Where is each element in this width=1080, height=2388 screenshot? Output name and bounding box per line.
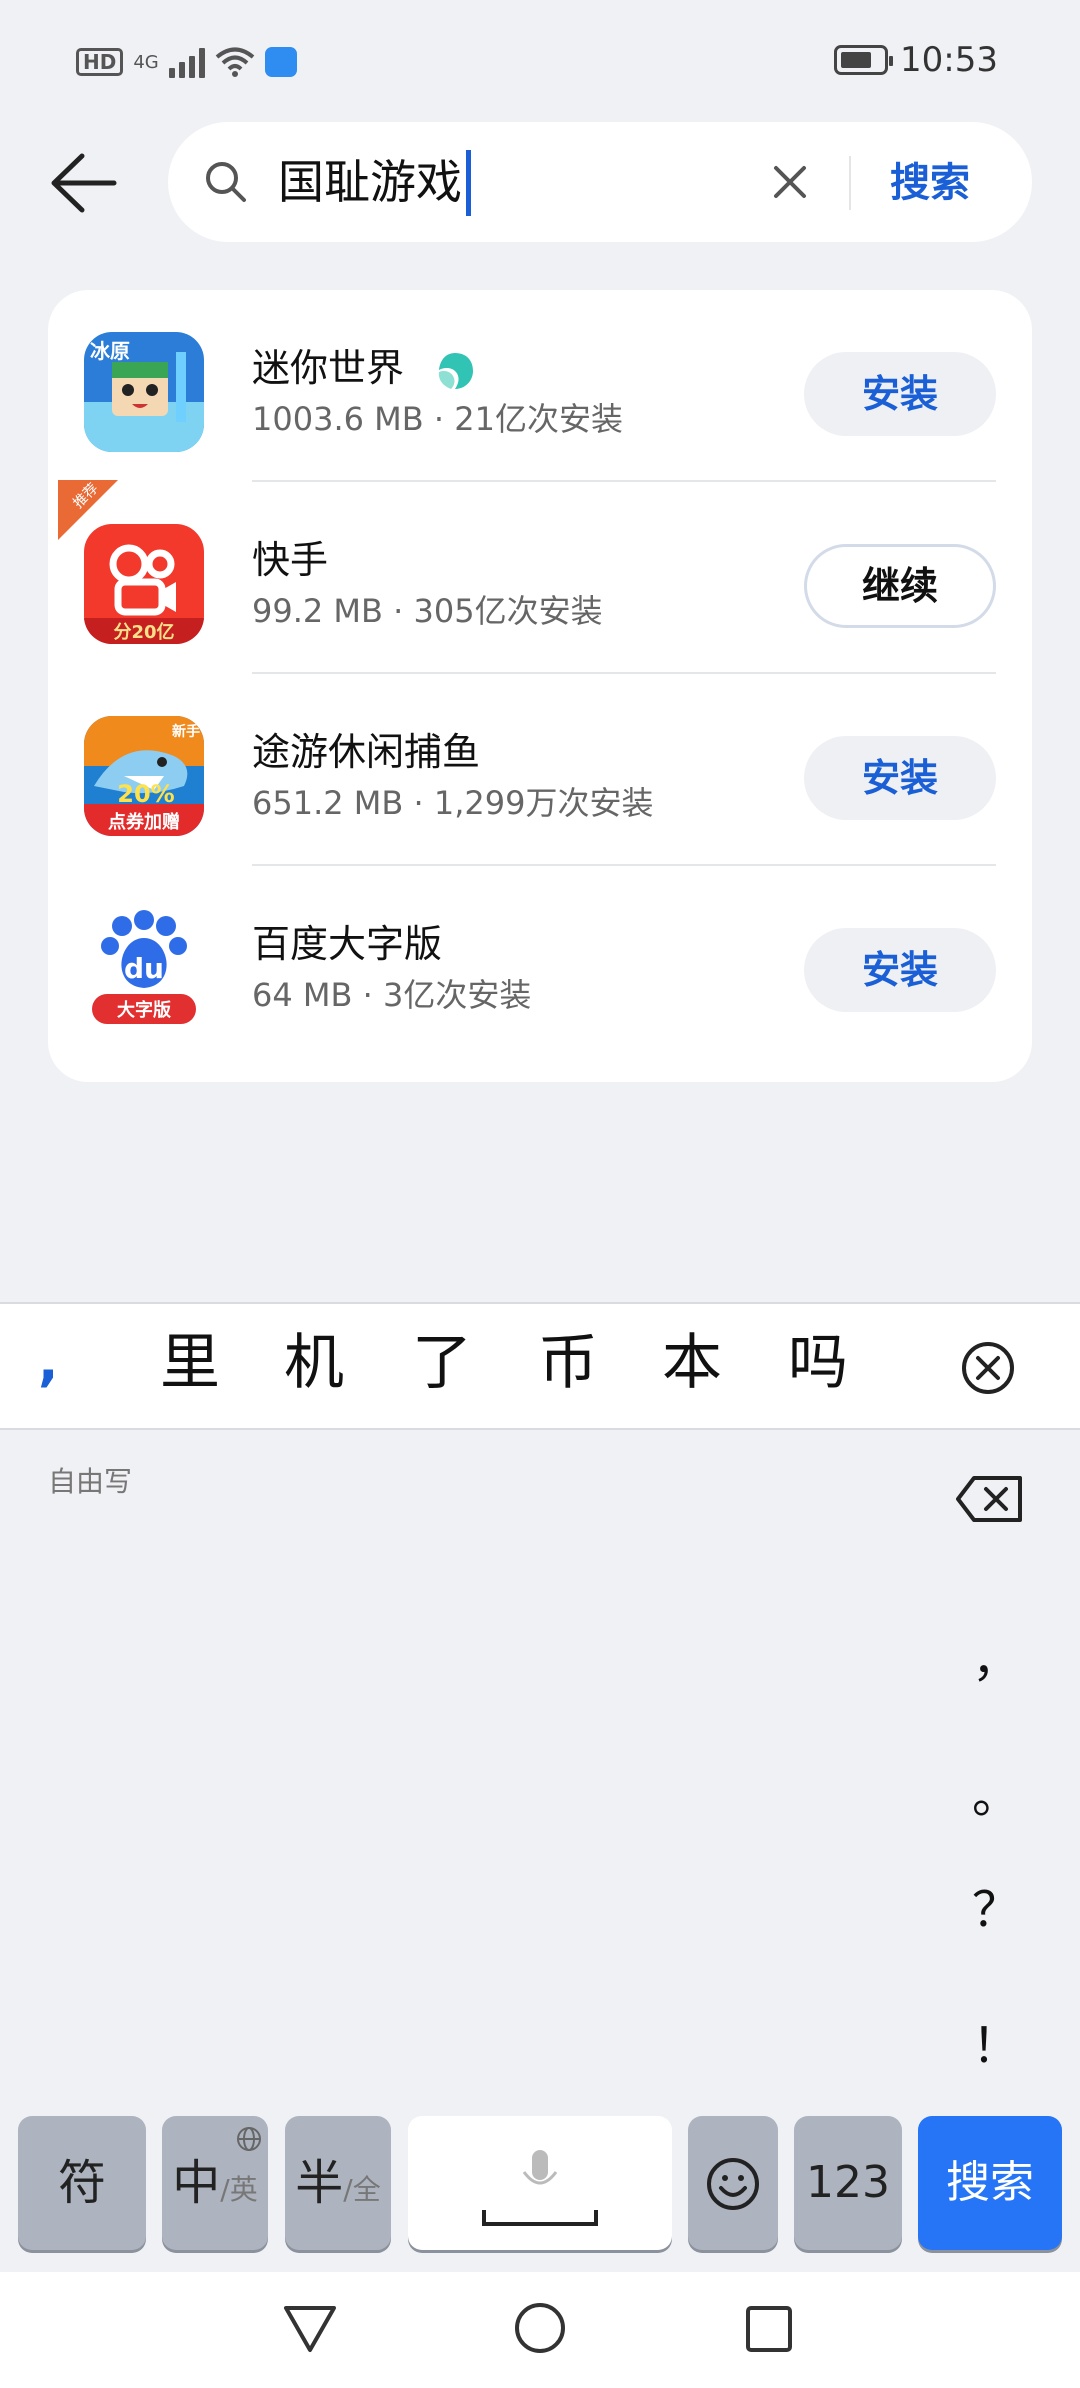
- result-item-kuaishou[interactable]: 分20亿 推荐 快手 99.2 MB · 305亿次安装 继续: [48, 480, 1032, 674]
- icon-text: du: [124, 952, 164, 985]
- verified-badge-icon: [438, 352, 474, 389]
- numbers-key[interactable]: 123: [794, 2116, 902, 2250]
- divider: [849, 156, 851, 210]
- result-item-mini-world[interactable]: 冰原 迷你世界 1003.6 MB · 21亿次安装 安装: [48, 290, 1032, 482]
- battery-icon: [834, 45, 894, 75]
- app-icon-tuyou-fishing: 新手 20% 点券加赠: [84, 716, 204, 836]
- globe-icon: [237, 2127, 261, 2151]
- handwriting-pad[interactable]: [0, 1432, 1080, 2112]
- nav-home-icon[interactable]: [512, 2300, 568, 2356]
- result-item-baidu-large[interactable]: du 大字版 百度大字版 64 MB · 3亿次安装 安装: [48, 866, 1032, 1058]
- app-icon-mini-world: 冰原: [84, 332, 204, 452]
- space-bar-icon: [482, 2210, 598, 2226]
- search-icon: [206, 162, 246, 202]
- emoji-key[interactable]: [688, 2116, 778, 2250]
- backspace-icon[interactable]: [954, 1474, 1026, 1524]
- punctuation-key[interactable]: 。: [966, 1756, 1026, 1826]
- width-alt: /全: [343, 2173, 381, 2206]
- clock: 10:53: [900, 40, 998, 80]
- app-name: 快手: [252, 538, 329, 582]
- install-button[interactable]: 安装: [804, 352, 996, 436]
- app-meta: 1003.6 MB · 21亿次安装: [252, 400, 623, 438]
- hd-indicator: HD: [76, 48, 124, 76]
- nav-recents-icon[interactable]: [744, 2304, 794, 2354]
- recommended-badge: 推荐: [58, 480, 118, 540]
- clear-icon[interactable]: [766, 158, 814, 206]
- candidate-word[interactable]: 币: [538, 1326, 598, 1400]
- icon-text: 大字版: [117, 999, 171, 1021]
- results-card: 冰原 迷你世界 1003.6 MB · 21亿次安装 安装 分20亿 推荐 快手…: [48, 290, 1032, 1082]
- status-right: 10:53: [834, 40, 998, 80]
- punctuation-key[interactable]: ？: [966, 1870, 1026, 1940]
- app-meta: 651.2 MB · 1,299万次安装: [252, 784, 654, 822]
- language-main: 中: [172, 2155, 221, 2211]
- keyboard-search-key[interactable]: 搜索: [918, 2116, 1062, 2250]
- wifi-icon: [215, 47, 255, 77]
- emoji-icon: [707, 2158, 759, 2210]
- width-switch-key[interactable]: 半/全: [285, 2116, 391, 2250]
- space-key[interactable]: [408, 2116, 672, 2250]
- language-switch-key[interactable]: 中/英: [162, 2116, 268, 2250]
- close-candidates-icon[interactable]: [958, 1338, 1018, 1398]
- app-name: 途游休闲捕鱼: [252, 730, 481, 774]
- candidate-word[interactable]: 里: [160, 1326, 220, 1400]
- back-arrow-icon[interactable]: [48, 150, 122, 216]
- punctuation-key[interactable]: ，: [966, 1620, 1026, 1690]
- result-item-tuyou-fishing[interactable]: 新手 20% 点券加赠 途游休闲捕鱼 651.2 MB · 1,299万次安装 …: [48, 674, 1032, 866]
- app-meta: 64 MB · 3亿次安装: [252, 976, 532, 1014]
- icon-text: 点券加赠: [108, 811, 180, 833]
- status-left: HD 4G: [76, 46, 297, 78]
- icon-text: 20%: [117, 780, 174, 808]
- icon-text: 新手: [172, 723, 200, 740]
- candidate-word[interactable]: 机: [284, 1326, 344, 1400]
- install-button[interactable]: 安装: [804, 736, 996, 820]
- install-button[interactable]: 安装: [804, 928, 996, 1012]
- app-icon-kuaishou: 分20亿: [84, 524, 204, 644]
- icon-text: 冰原: [90, 339, 130, 363]
- text-cursor: [466, 150, 471, 216]
- app-icon-baidu-large: du 大字版: [84, 908, 204, 1028]
- app-name: 迷你世界: [252, 344, 476, 392]
- candidate-word[interactable]: 了: [412, 1326, 472, 1400]
- punctuation-key[interactable]: ！: [966, 2006, 1026, 2076]
- cloud-icon: [264, 47, 297, 77]
- width-main: 半: [295, 2155, 344, 2211]
- signal-icon: [168, 46, 205, 78]
- candidate-comma[interactable]: ,: [38, 1330, 59, 1393]
- symbols-key[interactable]: 符: [18, 2116, 146, 2250]
- search-input[interactable]: 国耻游戏: [278, 150, 462, 214]
- candidate-word[interactable]: 吗: [788, 1326, 848, 1400]
- app-name: 百度大字版: [252, 922, 443, 966]
- candidate-word[interactable]: 本: [662, 1326, 722, 1400]
- language-alt: /英: [220, 2173, 258, 2206]
- icon-text: 分20亿: [113, 621, 174, 643]
- continue-button[interactable]: 继续: [804, 544, 996, 628]
- search-button[interactable]: 搜索: [890, 150, 970, 216]
- nav-back-icon[interactable]: [282, 2302, 338, 2354]
- network-type: 4G: [133, 51, 159, 73]
- app-meta: 99.2 MB · 305亿次安装: [252, 592, 603, 630]
